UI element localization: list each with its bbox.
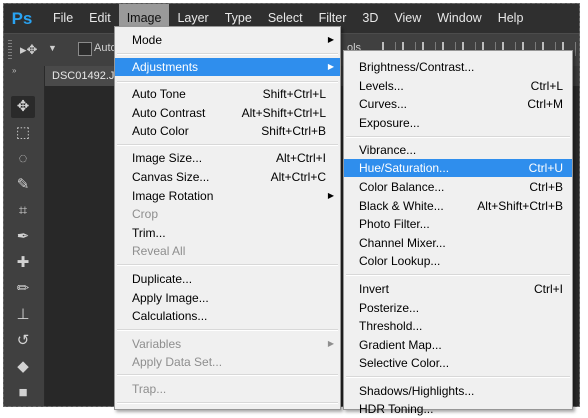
menu-item-apply-data-set[interactable]: Apply Data Set...: [115, 353, 340, 371]
menu-separator: [346, 274, 570, 276]
chevron-down-icon[interactable]: ▼: [48, 43, 57, 53]
menu-item-auto-contrast[interactable]: Auto Contrast Alt+Shift+Ctrl+L: [115, 104, 340, 122]
marquee-tool-icon[interactable]: ⬚: [11, 122, 35, 144]
menu-separator: [117, 329, 338, 331]
menu-separator: [117, 81, 338, 83]
menu-item-invert[interactable]: Invert Ctrl+I: [344, 280, 572, 298]
menu-item-mode[interactable]: Mode ▶: [115, 31, 340, 49]
menu-item-reveal-all[interactable]: Reveal All: [115, 242, 340, 260]
menu-item-apply-image[interactable]: Apply Image...: [115, 289, 340, 307]
menu-item-variables[interactable]: Variables ▶: [115, 335, 340, 353]
history-brush-tool-icon[interactable]: ↺: [11, 330, 35, 352]
menu-view[interactable]: View: [386, 4, 429, 33]
adjustments-submenu: Brightness/Contrast... Levels... Ctrl+L …: [343, 50, 573, 416]
menu-item-color-balance[interactable]: Color Balance... Ctrl+B: [344, 178, 572, 196]
menu-item-shadows-highlights[interactable]: Shadows/Highlights...: [344, 382, 572, 400]
menu-file[interactable]: File: [45, 4, 81, 33]
menu-item-levels[interactable]: Levels... Ctrl+L: [344, 77, 572, 95]
image-menu-dropdown: Mode ▶ Adjustments ▶ Auto Tone Shift+Ctr…: [114, 26, 341, 410]
menu-item-auto-tone[interactable]: Auto Tone Shift+Ctrl+L: [115, 85, 340, 103]
menu-item-gradient-map[interactable]: Gradient Map...: [344, 336, 572, 354]
menu-item-adjustments[interactable]: Adjustments ▶: [115, 58, 340, 76]
menu-item-color-lookup[interactable]: Color Lookup...: [344, 252, 572, 270]
submenu-arrow-icon: ▶: [327, 62, 334, 71]
menu-item-hdr-toning[interactable]: HDR Toning...: [344, 400, 572, 418]
menu-item-exposure[interactable]: Exposure...: [344, 114, 572, 132]
menu-separator: [117, 374, 338, 376]
menu-item-posterize[interactable]: Posterize...: [344, 299, 572, 317]
document-tab[interactable]: DSC01492.JPG: [44, 66, 124, 86]
menu-item-brightness-contrast[interactable]: Brightness/Contrast...: [344, 58, 572, 76]
menu-item-duplicate[interactable]: Duplicate...: [115, 270, 340, 288]
clone-stamp-tool-icon[interactable]: ⊥: [11, 304, 35, 326]
menu-separator: [117, 53, 338, 55]
menu-item-channel-mixer[interactable]: Channel Mixer...: [344, 234, 572, 252]
move-tool-icon[interactable]: ✥: [11, 96, 35, 118]
menu-item-vibrance[interactable]: Vibrance...: [344, 141, 572, 159]
brush-tool-icon[interactable]: ✏: [11, 278, 35, 300]
toolbox-collapse-icon[interactable]: »: [4, 66, 44, 78]
menu-item-calculations[interactable]: Calculations...: [115, 307, 340, 325]
menu-item-black-white[interactable]: Black & White... Alt+Shift+Ctrl+B: [344, 197, 572, 215]
submenu-arrow-icon: ▶: [327, 339, 334, 348]
lasso-tool-icon[interactable]: ◌: [11, 148, 35, 170]
menu-item-image-rotation[interactable]: Image Rotation ▶: [115, 187, 340, 205]
crop-tool-icon[interactable]: ⌗: [11, 200, 35, 222]
menu-item-hue-saturation[interactable]: Hue/Saturation... Ctrl+U: [344, 159, 572, 177]
menu-item-crop[interactable]: Crop: [115, 205, 340, 223]
photoshop-logo: Ps: [11, 8, 33, 28]
menu-window[interactable]: Window: [429, 4, 489, 33]
menu-separator: [346, 376, 570, 378]
menu-item-threshold[interactable]: Threshold...: [344, 317, 572, 335]
menu-item-auto-color[interactable]: Auto Color Shift+Ctrl+B: [115, 122, 340, 140]
auto-select-checkbox[interactable]: [78, 42, 92, 56]
submenu-arrow-icon: ▶: [327, 35, 334, 44]
toolbox: » ✥ ⬚ ◌ ✎ ⌗ ✒ ✚ ✏ ⊥ ↺ ◆ ■: [4, 66, 45, 406]
submenu-arrow-icon: ▶: [327, 191, 334, 200]
menu-separator: [346, 136, 570, 138]
menu-item-canvas-size[interactable]: Canvas Size... Alt+Ctrl+C: [115, 168, 340, 186]
menu-separator: [117, 264, 338, 266]
menu-item-selective-color[interactable]: Selective Color...: [344, 354, 572, 372]
options-bar-grip[interactable]: [8, 40, 12, 60]
menu-item-trim[interactable]: Trim...: [115, 224, 340, 242]
menu-separator: [117, 402, 338, 404]
menu-item-trap[interactable]: Trap...: [115, 380, 340, 398]
eraser-tool-icon[interactable]: ◆: [11, 356, 35, 378]
menu-3d[interactable]: 3D: [354, 4, 386, 33]
menu-help[interactable]: Help: [490, 4, 532, 33]
quick-selection-tool-icon[interactable]: ✎: [11, 174, 35, 196]
menu-item-image-size[interactable]: Image Size... Alt+Ctrl+I: [115, 149, 340, 167]
move-tool-preset-icon[interactable]: ▸✥: [20, 42, 37, 58]
menu-separator: [117, 144, 338, 146]
menu-item-curves[interactable]: Curves... Ctrl+M: [344, 95, 572, 113]
gradient-tool-icon[interactable]: ■: [11, 382, 35, 404]
healing-brush-tool-icon[interactable]: ✚: [11, 252, 35, 274]
menu-item-photo-filter[interactable]: Photo Filter...: [344, 215, 572, 233]
eyedropper-tool-icon[interactable]: ✒: [11, 226, 35, 248]
